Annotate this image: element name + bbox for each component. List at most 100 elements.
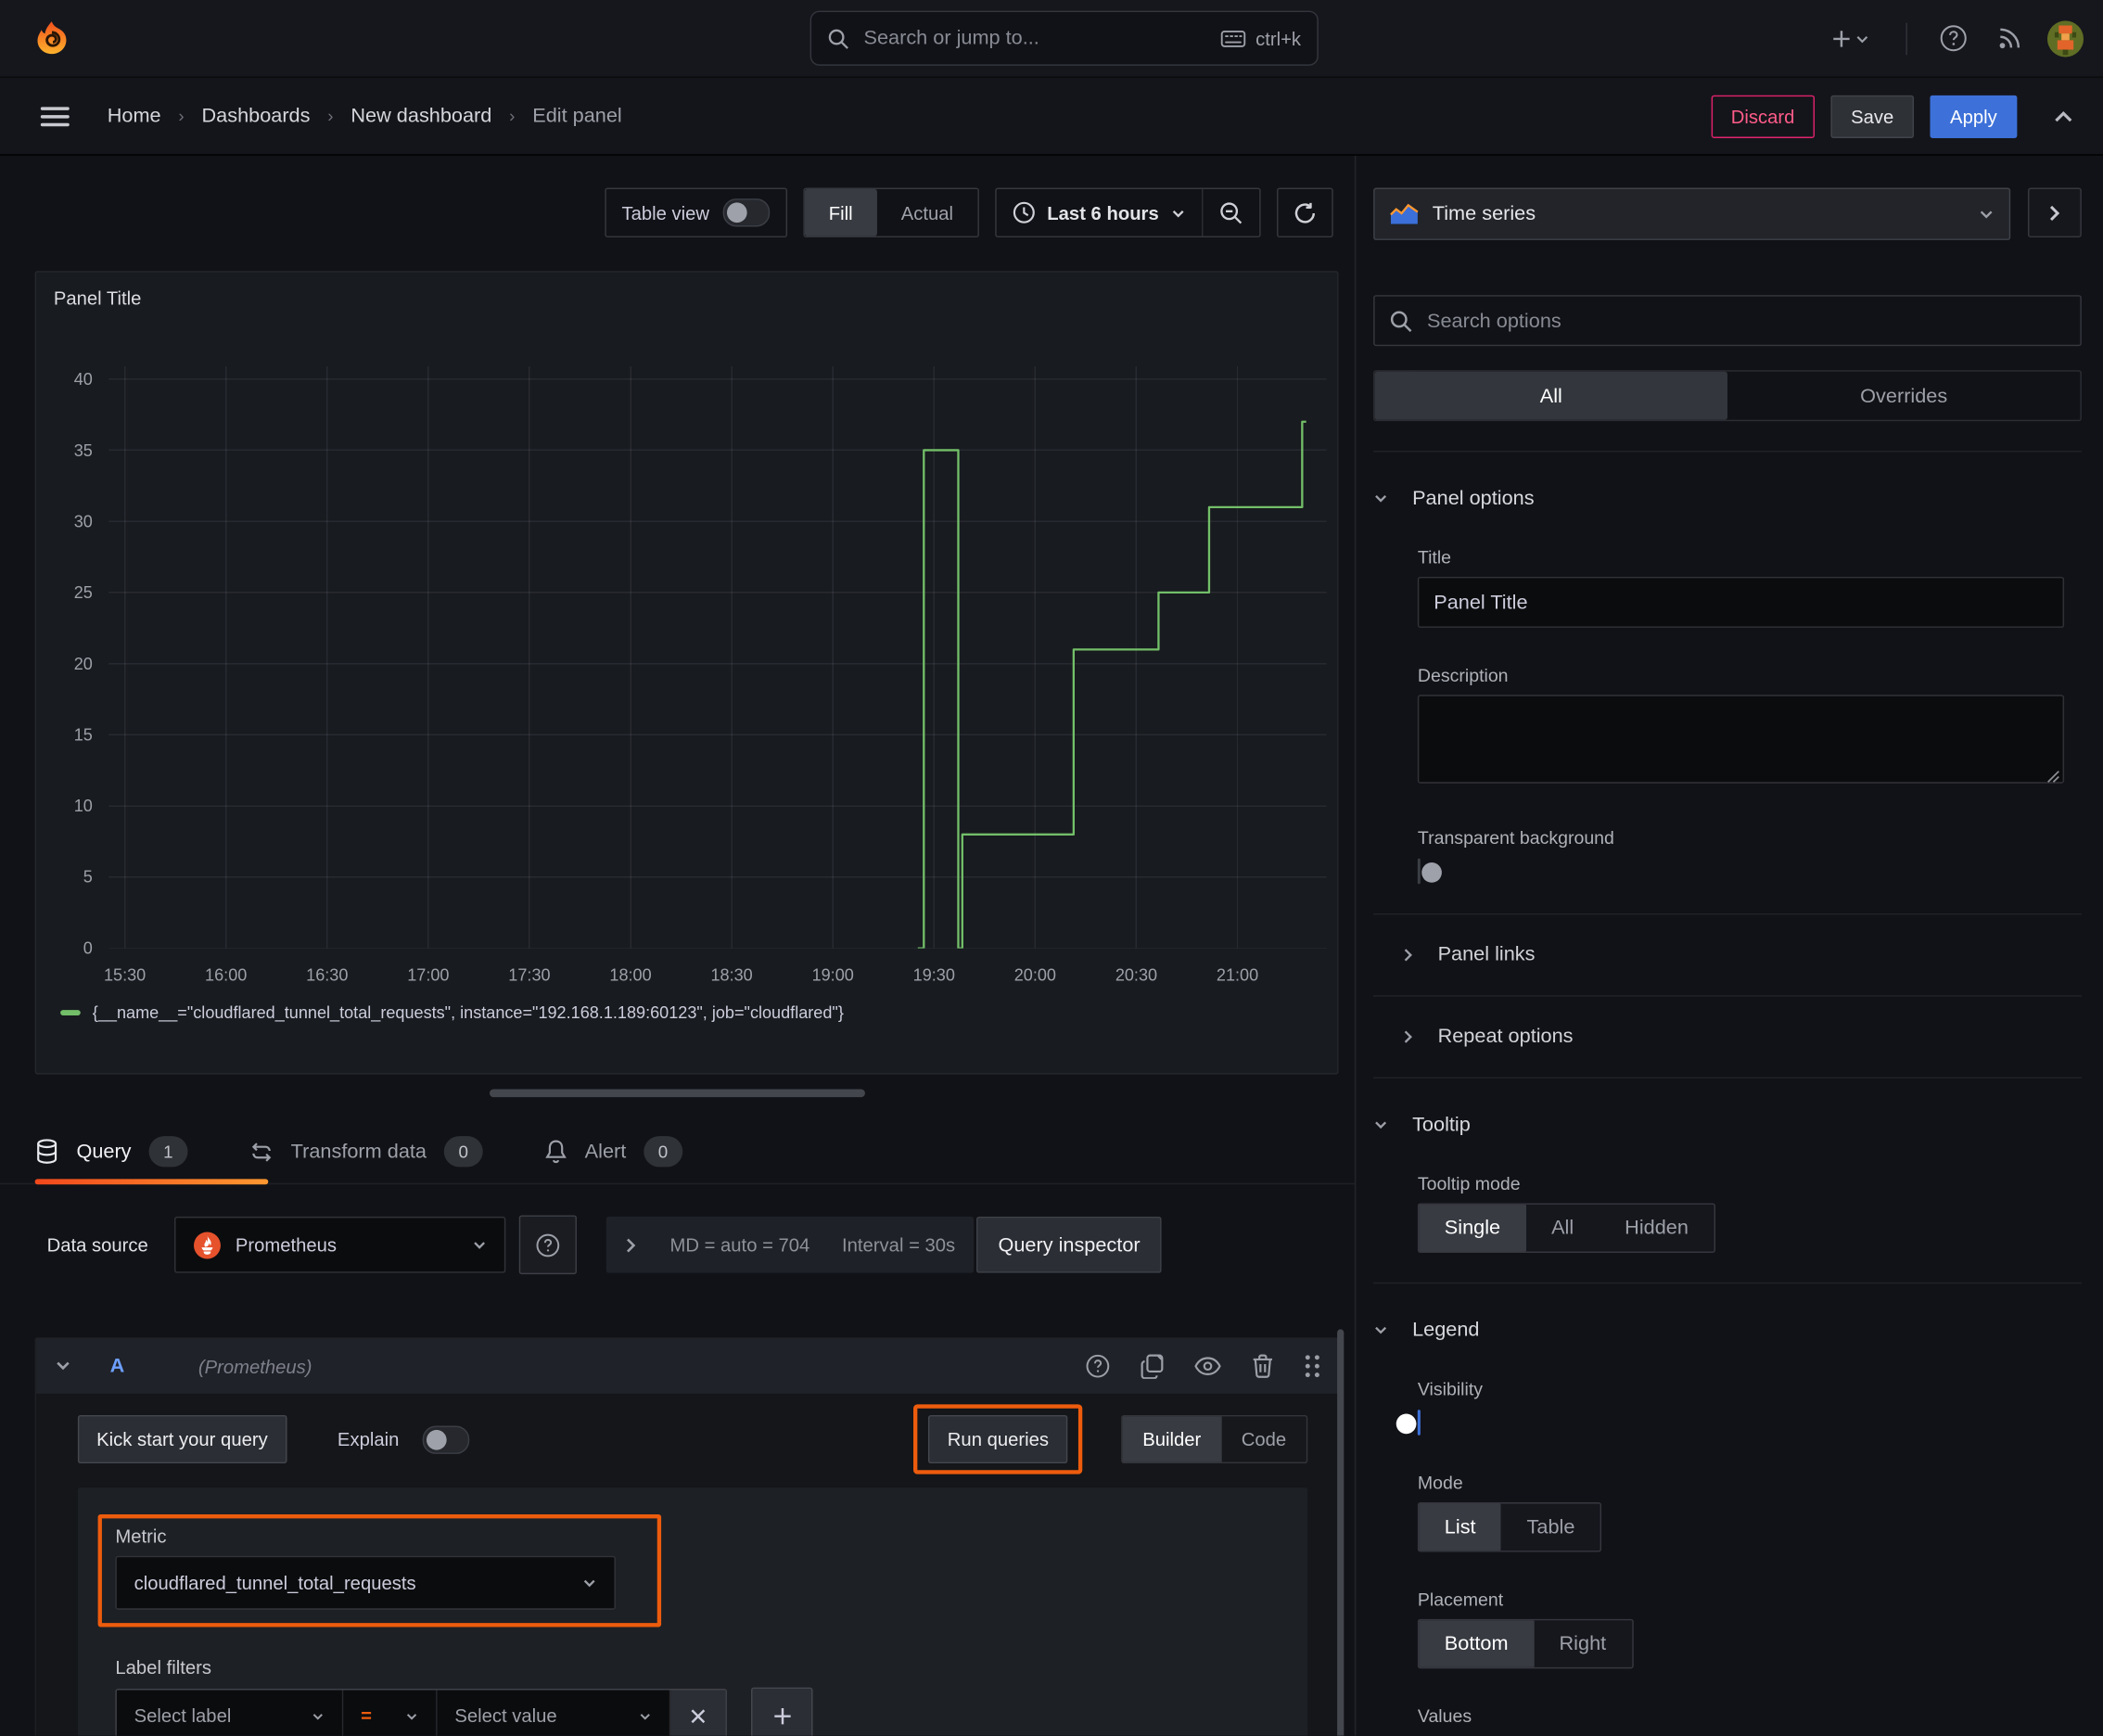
legend-placement-segmented: Bottom Right xyxy=(1417,1618,1634,1669)
tab-transform-label: Transform data xyxy=(290,1140,427,1164)
apply-button[interactable]: Apply xyxy=(1930,94,2018,138)
datasource-help-button[interactable] xyxy=(519,1215,578,1275)
description-textarea[interactable] xyxy=(1417,695,2065,784)
clock-icon xyxy=(1013,201,1035,223)
breadcrumb-new-dashboard[interactable]: New dashboard xyxy=(350,105,491,128)
remove-filter-button[interactable] xyxy=(670,1690,726,1736)
section-panel-options-label: Panel options xyxy=(1412,487,1535,510)
panel-title-input[interactable] xyxy=(1417,576,2065,628)
legend-mode-label: Mode xyxy=(1417,1473,1463,1493)
table-view-label: Table view xyxy=(621,201,710,223)
tab-transform-data[interactable]: Transform data 0 xyxy=(249,1120,483,1183)
section-panel-options[interactable]: Panel options xyxy=(1373,487,2082,510)
query-row-header[interactable]: A (Prometheus) xyxy=(36,1338,1340,1394)
section-legend[interactable]: Legend xyxy=(1373,1319,2082,1341)
run-queries-button[interactable]: Run queries xyxy=(928,1414,1068,1464)
resize-handle[interactable] xyxy=(489,1089,865,1098)
tab-query[interactable]: Query 1 xyxy=(34,1120,269,1185)
user-avatar[interactable] xyxy=(2044,17,2086,59)
discard-button[interactable]: Discard xyxy=(1711,94,1816,138)
toggle-viz-picker-button[interactable] xyxy=(2027,187,2082,238)
toggle-visibility-icon[interactable] xyxy=(1193,1356,1221,1376)
visualization-picker[interactable]: Time series xyxy=(1373,187,2011,240)
bell-icon xyxy=(545,1140,567,1164)
tab-overrides[interactable]: Overrides xyxy=(1727,372,2080,420)
chevron-right-icon[interactable] xyxy=(626,1236,638,1254)
chevron-down-icon xyxy=(1855,35,1867,43)
placement-bottom-option[interactable]: Bottom xyxy=(1419,1620,1535,1667)
panel-toolbar: Table view Fill Actual Last 6 hours xyxy=(0,187,1333,238)
options-search-input[interactable] xyxy=(1424,307,2066,334)
actual-option[interactable]: Actual xyxy=(877,189,977,236)
chart-legend: {__name__="cloudflared_tunnel_total_requ… xyxy=(60,1003,844,1022)
explain-toggle[interactable] xyxy=(421,1424,469,1454)
top-nav: ctrl+k xyxy=(0,0,2103,78)
delete-query-icon[interactable] xyxy=(1252,1353,1275,1378)
tooltip-hidden-option[interactable]: Hidden xyxy=(1600,1205,1714,1252)
select-value-dropdown[interactable]: Select value xyxy=(437,1690,671,1736)
shortcut-label: ctrl+k xyxy=(1255,27,1302,49)
tab-alert[interactable]: Alert 0 xyxy=(544,1120,683,1183)
section-tooltip[interactable]: Tooltip xyxy=(1373,1114,2082,1136)
legend-visibility-toggle[interactable] xyxy=(1396,1410,1421,1436)
options-search[interactable] xyxy=(1373,295,2082,347)
table-view-toggle[interactable] xyxy=(722,198,771,227)
zoom-out-time-button[interactable] xyxy=(1201,188,1259,236)
search-input[interactable] xyxy=(860,25,1221,51)
refresh-button[interactable] xyxy=(1276,187,1333,238)
menu-toggle-button[interactable] xyxy=(40,106,70,127)
top-nav-actions xyxy=(1817,0,2087,76)
search-icon xyxy=(1389,309,1412,332)
metric-select[interactable]: cloudflared_tunnel_total_requests xyxy=(115,1555,616,1610)
transparent-background-label: Transparent background xyxy=(1417,827,1614,849)
scrollbar-thumb[interactable] xyxy=(1337,1329,1345,1736)
time-range-picker[interactable]: Last 6 hours xyxy=(996,189,1202,236)
global-search[interactable]: ctrl+k xyxy=(809,10,1319,66)
interval-stat: Interval = 30s xyxy=(842,1233,956,1256)
placement-right-option[interactable]: Right xyxy=(1534,1620,1632,1667)
collapse-options-button[interactable] xyxy=(2041,95,2084,137)
drag-handle-icon[interactable] xyxy=(1304,1353,1321,1378)
legend-series-label[interactable]: {__name__="cloudflared_tunnel_total_requ… xyxy=(93,1003,844,1022)
query-help-icon[interactable] xyxy=(1085,1353,1110,1378)
metric-label: Metric xyxy=(115,1525,167,1547)
grafana-logo-icon[interactable] xyxy=(36,21,67,55)
kick-start-query-button[interactable]: Kick start your query xyxy=(77,1414,287,1464)
new-menu-button[interactable] xyxy=(1817,17,1881,59)
legend-series-marker xyxy=(60,1010,81,1015)
code-option[interactable]: Code xyxy=(1221,1416,1306,1462)
legend-table-option[interactable]: Table xyxy=(1501,1503,1600,1551)
section-panel-links[interactable]: Panel links xyxy=(1403,943,2082,965)
panel-preview[interactable]: Panel Title 0 5 10 15 20 25 30 35 40 15:30 16:00 1… xyxy=(34,271,1339,1075)
builder-option[interactable]: Builder xyxy=(1122,1416,1222,1462)
tooltip-single-option[interactable]: Single xyxy=(1419,1204,1526,1252)
query-inspector-button[interactable]: Query inspector xyxy=(976,1216,1162,1273)
breadcrumb-home[interactable]: Home xyxy=(108,105,161,128)
operator-value: = xyxy=(361,1704,372,1727)
operator-dropdown[interactable]: = xyxy=(343,1690,438,1736)
chevron-right-icon: › xyxy=(178,106,185,126)
select-label-dropdown[interactable]: Select label xyxy=(116,1690,344,1736)
tab-all[interactable]: All xyxy=(1374,371,1727,420)
section-repeat-options[interactable]: Repeat options xyxy=(1403,1025,2082,1048)
fill-option[interactable]: Fill xyxy=(804,188,877,236)
chevron-down-icon xyxy=(57,1361,70,1371)
tooltip-all-option[interactable]: All xyxy=(1526,1205,1600,1252)
news-rss-button[interactable] xyxy=(1988,17,2031,59)
explain-label: Explain xyxy=(337,1428,400,1450)
breadcrumb-edit-panel: Edit panel xyxy=(532,104,622,128)
duplicate-query-icon[interactable] xyxy=(1140,1353,1164,1379)
help-button[interactable] xyxy=(1931,17,1974,59)
edit-panel-content: Table view Fill Actual Last 6 hours Pane… xyxy=(0,155,2103,1736)
query-toolbar-row: Kick start your query Explain Run querie… xyxy=(77,1404,1308,1474)
transparent-background-toggle[interactable] xyxy=(1417,858,1442,885)
refresh-icon xyxy=(1294,202,1316,223)
chevron-down-icon xyxy=(406,1713,417,1719)
legend-list-option[interactable]: List xyxy=(1419,1503,1502,1551)
datasource-picker[interactable]: Prometheus xyxy=(174,1216,507,1273)
save-button[interactable]: Save xyxy=(1830,94,1915,138)
tab-alert-label: Alert xyxy=(584,1140,627,1164)
add-filter-button[interactable] xyxy=(750,1687,813,1736)
breadcrumb-dashboards[interactable]: Dashboards xyxy=(201,105,310,128)
time-series-chart[interactable] xyxy=(108,365,1327,949)
